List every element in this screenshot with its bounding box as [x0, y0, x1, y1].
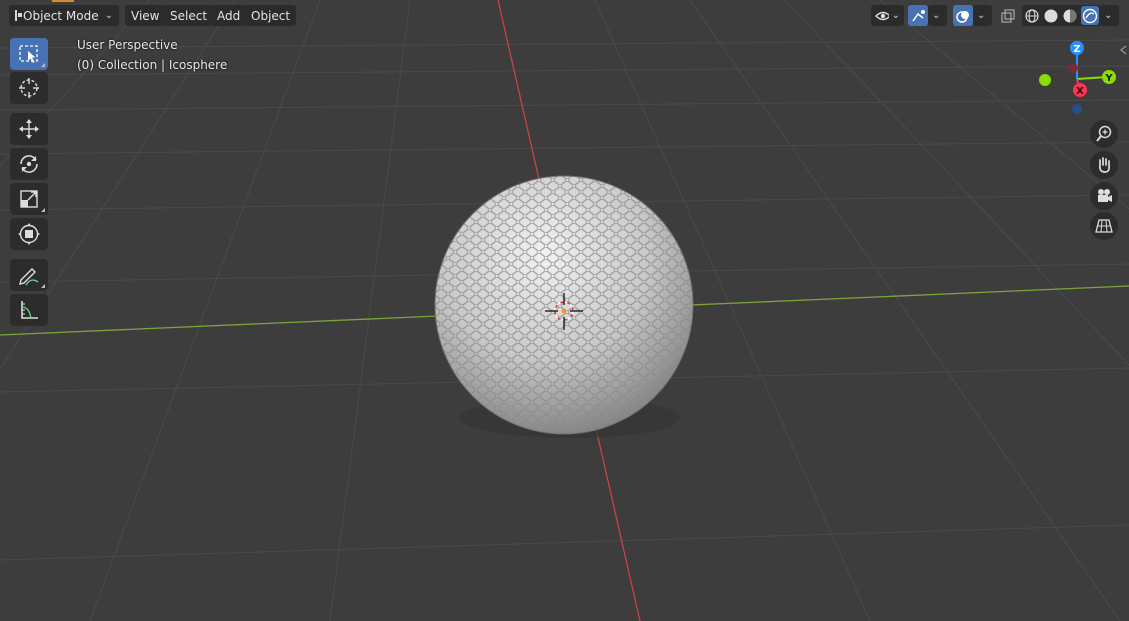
chevron-down-icon: ⌄ [1104, 10, 1113, 21]
overlay-toggle[interactable] [953, 5, 973, 26]
rendered-shading-button[interactable] [1081, 6, 1099, 25]
gizmo-toggle[interactable] [908, 5, 928, 26]
chevron-down-icon: ⌄ [104, 10, 113, 21]
tool-move[interactable] [10, 113, 48, 145]
gizmo-x-label: X [1076, 86, 1084, 97]
transform-icon [18, 223, 40, 245]
gizmo-icon [912, 9, 925, 21]
gizmo-y-label: Y [1104, 73, 1113, 84]
tool-options-indicator [41, 208, 45, 212]
tool-scale[interactable] [10, 183, 48, 215]
wireframe-shading-icon[interactable] [1024, 8, 1040, 24]
collection-label: (0) Collection | Icosphere [77, 58, 228, 72]
measure-icon [21, 301, 38, 319]
xray-icon [1001, 8, 1015, 23]
tool-cursor[interactable] [10, 72, 48, 104]
rotate-icon [20, 155, 38, 173]
shading-dropdown[interactable]: ⌄ [1100, 5, 1119, 26]
object-mode-icon [15, 10, 23, 21]
zoom-icon [1096, 125, 1112, 142]
rendered-shading-icon [1082, 8, 1098, 23]
overlay-dropdown[interactable]: ⌄ [973, 5, 992, 26]
chevron-down-icon: ⌄ [891, 10, 900, 21]
eye-icon [875, 11, 889, 20]
icosphere-object[interactable] [430, 170, 700, 440]
chevron-down-icon: ⌄ [977, 10, 986, 21]
annotate-icon [19, 268, 39, 286]
tool-select-box[interactable] [10, 38, 48, 70]
mode-selector[interactable]: Object Mode ⌄ [9, 5, 119, 26]
viewport-3d[interactable]: Z Y X [0, 0, 1129, 621]
camera-icon [1098, 189, 1112, 202]
menu-select[interactable]: Select [164, 5, 214, 26]
zoom-button[interactable] [1090, 120, 1118, 148]
visibility-dropdown[interactable]: ⌄ [871, 5, 904, 26]
tool-transform[interactable] [10, 218, 48, 250]
select-box-icon [19, 45, 38, 63]
sidebar-toggle-icon[interactable] [1120, 45, 1127, 55]
tool-rotate[interactable] [10, 148, 48, 180]
mode-label: Object Mode [23, 8, 99, 23]
gizmo-z-label: Z [1073, 44, 1080, 55]
camera-view-button[interactable] [1090, 182, 1118, 210]
perspective-grid-icon [1095, 219, 1113, 233]
view-name-label: User Perspective [77, 38, 178, 52]
material-shading-icon[interactable] [1062, 8, 1078, 24]
menu-object[interactable]: Object [245, 5, 297, 26]
tool-annotate[interactable] [10, 259, 48, 291]
tool-options-indicator [41, 284, 45, 288]
scale-icon [20, 190, 38, 208]
overlay-icon [956, 10, 969, 23]
cursor-icon [19, 78, 39, 98]
pan-button[interactable] [1090, 151, 1118, 179]
xray-toggle[interactable] [998, 5, 1018, 26]
tool-measure[interactable] [10, 294, 48, 326]
chevron-down-icon: ⌄ [932, 10, 941, 21]
gizmo-dropdown[interactable]: ⌄ [928, 5, 947, 26]
solid-shading-icon[interactable] [1043, 8, 1059, 24]
tool-options-indicator [41, 63, 45, 67]
shading-modes[interactable] [1022, 5, 1102, 26]
navigation-gizmo[interactable]: Z Y X [1039, 41, 1116, 114]
move-icon [19, 119, 39, 139]
ortho-toggle-button[interactable] [1090, 212, 1118, 240]
menu-add[interactable]: Add [211, 5, 247, 26]
menu-view[interactable]: View [125, 5, 166, 26]
hand-icon [1099, 157, 1111, 173]
active-object-tab-edge [52, 0, 74, 2]
